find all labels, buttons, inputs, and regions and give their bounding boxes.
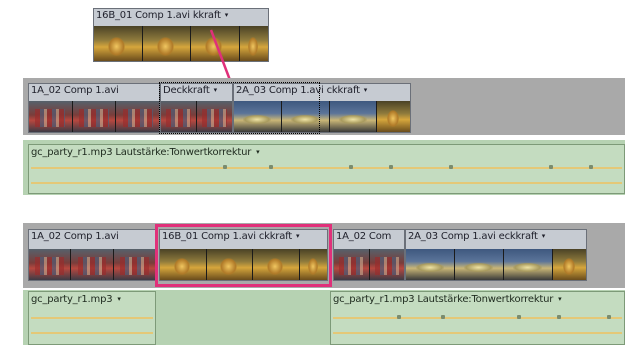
thumbnail	[503, 249, 552, 280]
audio-clip-label: gc_party_r1.mp3	[31, 147, 113, 158]
clip-label: 1A_02 Comp 1.avi	[31, 231, 119, 242]
volume-line	[31, 317, 153, 319]
audio-clip-after-2[interactable]: gc_party_r1.mp3 Lautstärke:Tonwertkorrek…	[330, 291, 625, 345]
thumbnail	[29, 101, 72, 132]
volume-line	[333, 332, 622, 334]
audio-clip-effect: Lautstärke:Tonwertkorrektur	[115, 147, 252, 158]
volume-line	[31, 167, 622, 169]
clip-suffix: eckkraft	[498, 231, 538, 242]
thumbnail	[234, 101, 281, 132]
inserted-clip-highlight	[155, 224, 332, 287]
audio-clip-header: gc_party_r1.mp3 Lautstärke:Tonwertkorrek…	[331, 292, 624, 306]
thumbnail	[406, 249, 454, 280]
video-clip-1a02-before[interactable]: 1A_02 Comp 1.avi	[28, 83, 160, 133]
keyframe[interactable]	[223, 165, 227, 169]
clip-label: Deckkraft	[163, 85, 210, 96]
video-clip-deckkraft-before[interactable]: Deckkraft ▾	[160, 83, 233, 133]
clip-thumbnails	[234, 101, 410, 132]
audio-clip-label: gc_party_r1.mp3	[31, 294, 113, 305]
clip-label: 1A_02 Com	[336, 231, 392, 242]
clip-label: 2A_03 Comp 1.avi	[408, 231, 496, 242]
clip-thumbnails	[334, 249, 404, 280]
volume-line	[31, 182, 622, 184]
clip-thumbnails	[29, 249, 155, 280]
keyframe[interactable]	[589, 165, 593, 169]
keyframe[interactable]	[557, 315, 561, 319]
audio-clip-label: gc_party_r1.mp3	[333, 294, 415, 305]
keyframe[interactable]	[549, 165, 553, 169]
audio-clip-header: gc_party_r1.mp3 ▾	[29, 292, 155, 306]
clip-header: 2A_03 Comp 1.avi ckkraft ▾	[234, 84, 410, 97]
clip-thumbnails	[29, 101, 159, 132]
thumbnail	[29, 249, 71, 280]
clip-thumbnails	[406, 249, 586, 280]
thumbnail	[116, 101, 159, 132]
video-clip-1a02-split-after[interactable]: 1A_02 Com	[333, 229, 405, 281]
clip-label: 1A_02 Comp 1.avi	[31, 85, 119, 96]
dropdown-icon[interactable]: ▾	[542, 232, 546, 240]
thumbnail	[197, 101, 232, 132]
volume-line	[333, 317, 622, 319]
thumbnail	[369, 249, 404, 280]
thumbnail	[281, 101, 329, 132]
audio-clip-after-1[interactable]: gc_party_r1.mp3 ▾	[28, 291, 156, 345]
dropdown-icon[interactable]: ▾	[364, 86, 368, 94]
volume-line	[31, 332, 153, 334]
keyframe[interactable]	[607, 315, 611, 319]
thumbnail	[161, 101, 196, 132]
keyframe[interactable]	[389, 165, 393, 169]
dropdown-icon[interactable]: ▾	[117, 295, 121, 303]
keyframe[interactable]	[349, 165, 353, 169]
thumbnail	[377, 101, 410, 132]
keyframe[interactable]	[517, 315, 521, 319]
audio-clip-before[interactable]: gc_party_r1.mp3 Lautstärke:Tonwertkorrek…	[28, 144, 625, 194]
thumbnail	[454, 249, 503, 280]
clip-thumbnails	[161, 101, 232, 132]
dropdown-icon[interactable]: ▾	[558, 295, 562, 303]
clip-suffix: ckkraft	[326, 85, 360, 96]
clip-label: 2A_03 Comp 1.avi	[236, 85, 324, 96]
clip-header: Deckkraft ▾	[161, 84, 232, 97]
dropdown-icon[interactable]: ▾	[256, 148, 260, 156]
video-clip-1a02-after[interactable]: 1A_02 Comp 1.avi	[28, 229, 156, 281]
clip-header: 2A_03 Comp 1.avi eckkraft ▾	[406, 230, 586, 243]
thumbnail	[113, 249, 155, 280]
thumbnail	[329, 101, 377, 132]
keyframe[interactable]	[269, 165, 273, 169]
thumbnail	[334, 249, 369, 280]
keyframe[interactable]	[441, 315, 445, 319]
video-clip-2a03-before[interactable]: 2A_03 Comp 1.avi ckkraft ▾	[233, 83, 411, 133]
audio-clip-effect: Lautstärke:Tonwertkorrektur	[417, 294, 554, 305]
video-clip-2a03-after[interactable]: 2A_03 Comp 1.avi eckkraft ▾	[405, 229, 587, 281]
clip-header: 1A_02 Comp 1.avi	[29, 230, 155, 243]
clip-header: 1A_02 Comp 1.avi	[29, 84, 159, 97]
clip-header: 1A_02 Com	[334, 230, 404, 243]
keyframe[interactable]	[449, 165, 453, 169]
audio-clip-header: gc_party_r1.mp3 Lautstärke:Tonwertkorrek…	[29, 145, 624, 159]
thumbnail	[552, 249, 586, 280]
dropdown-icon[interactable]: ▾	[214, 86, 218, 94]
thumbnail	[71, 249, 113, 280]
thumbnail	[72, 101, 116, 132]
keyframe[interactable]	[397, 315, 401, 319]
